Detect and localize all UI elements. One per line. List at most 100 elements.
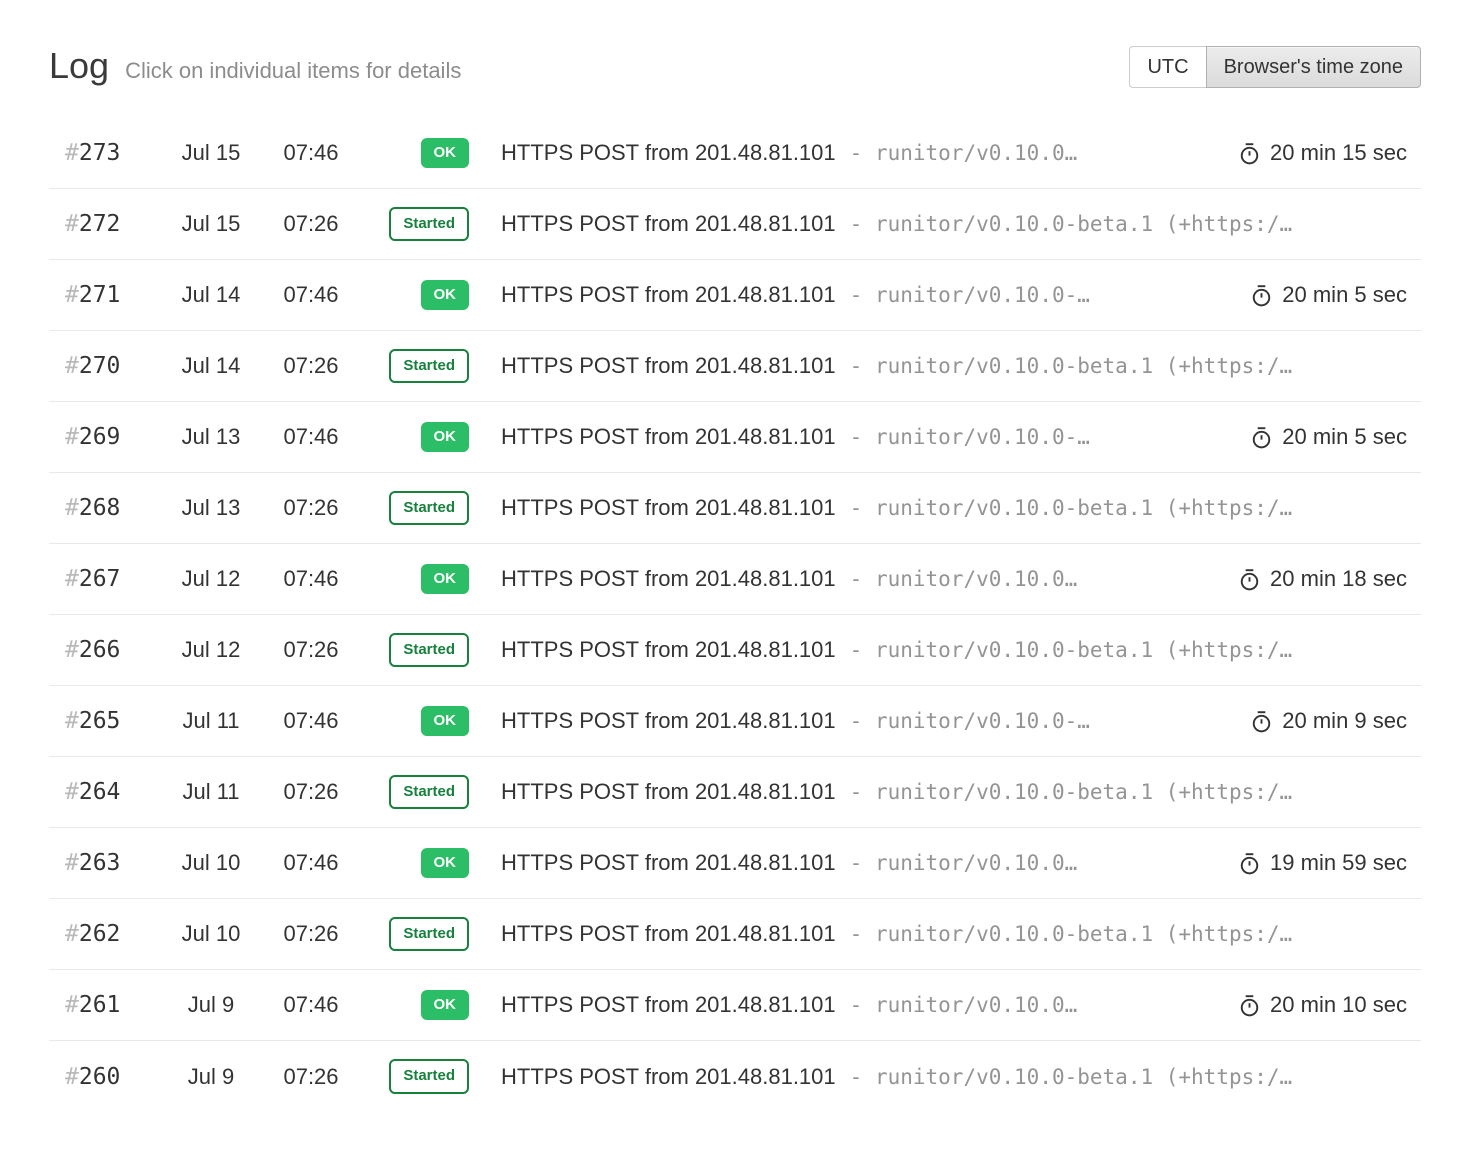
row-user-agent-text: runitor/v0.10.0-beta.1 (+https:/…: [875, 354, 1292, 378]
row-number-hash: #: [65, 282, 79, 308]
row-time: 07:26: [261, 637, 361, 663]
row-number: #273: [49, 140, 161, 166]
status-badge: Started: [389, 633, 469, 668]
log-row[interactable]: #266 Jul 12 07:26 Started HTTPS POST fro…: [49, 615, 1421, 686]
row-separator: -: [850, 354, 863, 378]
log-row[interactable]: #263 Jul 10 07:46 OK HTTPS POST from 201…: [49, 828, 1421, 899]
page-header: Log Click on individual items for detail…: [49, 48, 1421, 96]
log-row[interactable]: #265 Jul 11 07:46 OK HTTPS POST from 201…: [49, 686, 1421, 757]
stopwatch-icon: [1250, 426, 1273, 449]
row-number: #271: [49, 282, 161, 308]
status-badge: OK: [421, 422, 470, 453]
log-row[interactable]: #262 Jul 10 07:26 Started HTTPS POST fro…: [49, 899, 1421, 970]
utc-button[interactable]: UTC: [1129, 46, 1205, 88]
row-time: 07:26: [261, 353, 361, 379]
row-user-agent-text: runitor/v0.10.0-beta.1 (+https:/…: [875, 638, 1292, 662]
row-time: 07:26: [261, 779, 361, 805]
row-event-text: HTTPS POST from 201.48.81.101: [501, 424, 836, 449]
row-event: HTTPS POST from 201.48.81.101- runitor/v…: [501, 211, 1421, 237]
log-row[interactable]: #264 Jul 11 07:26 Started HTTPS POST fro…: [49, 757, 1421, 828]
row-event: HTTPS POST from 201.48.81.101- runitor/v…: [501, 353, 1421, 379]
row-number: #260: [49, 1064, 161, 1090]
row-event: HTTPS POST from 201.48.81.101- runitor/v…: [501, 637, 1421, 663]
stopwatch-icon: [1238, 994, 1261, 1017]
stopwatch-icon: [1250, 710, 1273, 733]
row-user-agent-text: runitor/v0.10.0…: [875, 993, 1077, 1017]
status-badge: Started: [389, 775, 469, 810]
row-number-hash: #: [65, 566, 79, 592]
row-number: #265: [49, 708, 161, 734]
log-row[interactable]: #269 Jul 13 07:46 OK HTTPS POST from 201…: [49, 402, 1421, 473]
row-event-text: HTTPS POST from 201.48.81.101: [501, 282, 836, 307]
row-separator: -: [850, 283, 863, 307]
row-date: Jul 15: [161, 211, 261, 237]
row-status-cell: Started: [361, 349, 469, 384]
row-number-value: 270: [79, 353, 121, 379]
status-badge: OK: [421, 138, 470, 169]
row-status-cell: OK: [361, 706, 469, 737]
row-number-hash: #: [65, 921, 79, 947]
row-user-agent: - runitor/v0.10.0…: [850, 851, 1078, 875]
row-number: #261: [49, 992, 161, 1018]
row-status-cell: OK: [361, 848, 469, 879]
page-subtitle: Click on individual items for details: [125, 58, 461, 84]
log-row[interactable]: #260 Jul 9 07:26 Started HTTPS POST from…: [49, 1041, 1421, 1112]
row-separator: -: [850, 638, 863, 662]
row-status-cell: OK: [361, 280, 469, 311]
row-event: HTTPS POST from 201.48.81.101- runitor/v…: [501, 992, 1218, 1018]
log-page: Log Click on individual items for detail…: [49, 0, 1421, 1112]
log-row[interactable]: #271 Jul 14 07:46 OK HTTPS POST from 201…: [49, 260, 1421, 331]
row-event-text: HTTPS POST from 201.48.81.101: [501, 779, 836, 804]
row-duration-text: 20 min 5 sec: [1282, 424, 1407, 450]
row-user-agent: - runitor/v0.10.0-beta.1 (+https:/…: [850, 638, 1293, 662]
status-badge: OK: [421, 564, 470, 595]
row-number-hash: #: [65, 708, 79, 734]
row-separator: -: [850, 993, 863, 1017]
row-user-agent: - runitor/v0.10.0-…: [850, 425, 1090, 449]
row-status-cell: OK: [361, 422, 469, 453]
log-row[interactable]: #270 Jul 14 07:26 Started HTTPS POST fro…: [49, 331, 1421, 402]
row-time: 07:46: [261, 566, 361, 592]
row-event: HTTPS POST from 201.48.81.101- runitor/v…: [501, 850, 1218, 876]
browser-timezone-button[interactable]: Browser's time zone: [1206, 46, 1421, 88]
row-event: HTTPS POST from 201.48.81.101- runitor/v…: [501, 708, 1230, 734]
status-badge: Started: [389, 207, 469, 242]
row-user-agent-text: runitor/v0.10.0-…: [875, 425, 1090, 449]
row-duration-text: 19 min 59 sec: [1270, 850, 1407, 876]
row-number: #264: [49, 779, 161, 805]
row-event: HTTPS POST from 201.48.81.101- runitor/v…: [501, 140, 1218, 166]
row-separator: -: [850, 851, 863, 875]
row-number-value: 271: [79, 282, 121, 308]
row-number-hash: #: [65, 211, 79, 237]
row-duration: 20 min 5 sec: [1230, 424, 1421, 450]
log-row[interactable]: #272 Jul 15 07:26 Started HTTPS POST fro…: [49, 189, 1421, 260]
row-separator: -: [850, 922, 863, 946]
row-separator: -: [850, 212, 863, 236]
row-duration-text: 20 min 18 sec: [1270, 566, 1407, 592]
row-separator: -: [850, 1065, 863, 1089]
row-user-agent: - runitor/v0.10.0-beta.1 (+https:/…: [850, 780, 1293, 804]
row-event-text: HTTPS POST from 201.48.81.101: [501, 353, 836, 378]
row-user-agent-text: runitor/v0.10.0-…: [875, 709, 1090, 733]
row-number: #272: [49, 211, 161, 237]
log-row[interactable]: #267 Jul 12 07:46 OK HTTPS POST from 201…: [49, 544, 1421, 615]
row-status-cell: OK: [361, 990, 469, 1021]
row-number-hash: #: [65, 637, 79, 663]
row-date: Jul 13: [161, 424, 261, 450]
row-user-agent-text: runitor/v0.10.0-beta.1 (+https:/…: [875, 496, 1292, 520]
stopwatch-icon: [1238, 852, 1261, 875]
timezone-toggle-group: UTC Browser's time zone: [1129, 46, 1421, 88]
log-row[interactable]: #273 Jul 15 07:46 OK HTTPS POST from 201…: [49, 118, 1421, 189]
log-row[interactable]: #261 Jul 9 07:46 OK HTTPS POST from 201.…: [49, 970, 1421, 1041]
row-time: 07:46: [261, 140, 361, 166]
log-row[interactable]: #268 Jul 13 07:26 Started HTTPS POST fro…: [49, 473, 1421, 544]
row-status-cell: Started: [361, 775, 469, 810]
row-separator: -: [850, 496, 863, 520]
row-user-agent-text: runitor/v0.10.0-beta.1 (+https:/…: [875, 1065, 1292, 1089]
row-number-hash: #: [65, 495, 79, 521]
row-user-agent: - runitor/v0.10.0…: [850, 141, 1078, 165]
row-number-value: 272: [79, 211, 121, 237]
row-duration-text: 20 min 10 sec: [1270, 992, 1407, 1018]
stopwatch-icon: [1250, 284, 1273, 307]
status-badge: OK: [421, 280, 470, 311]
